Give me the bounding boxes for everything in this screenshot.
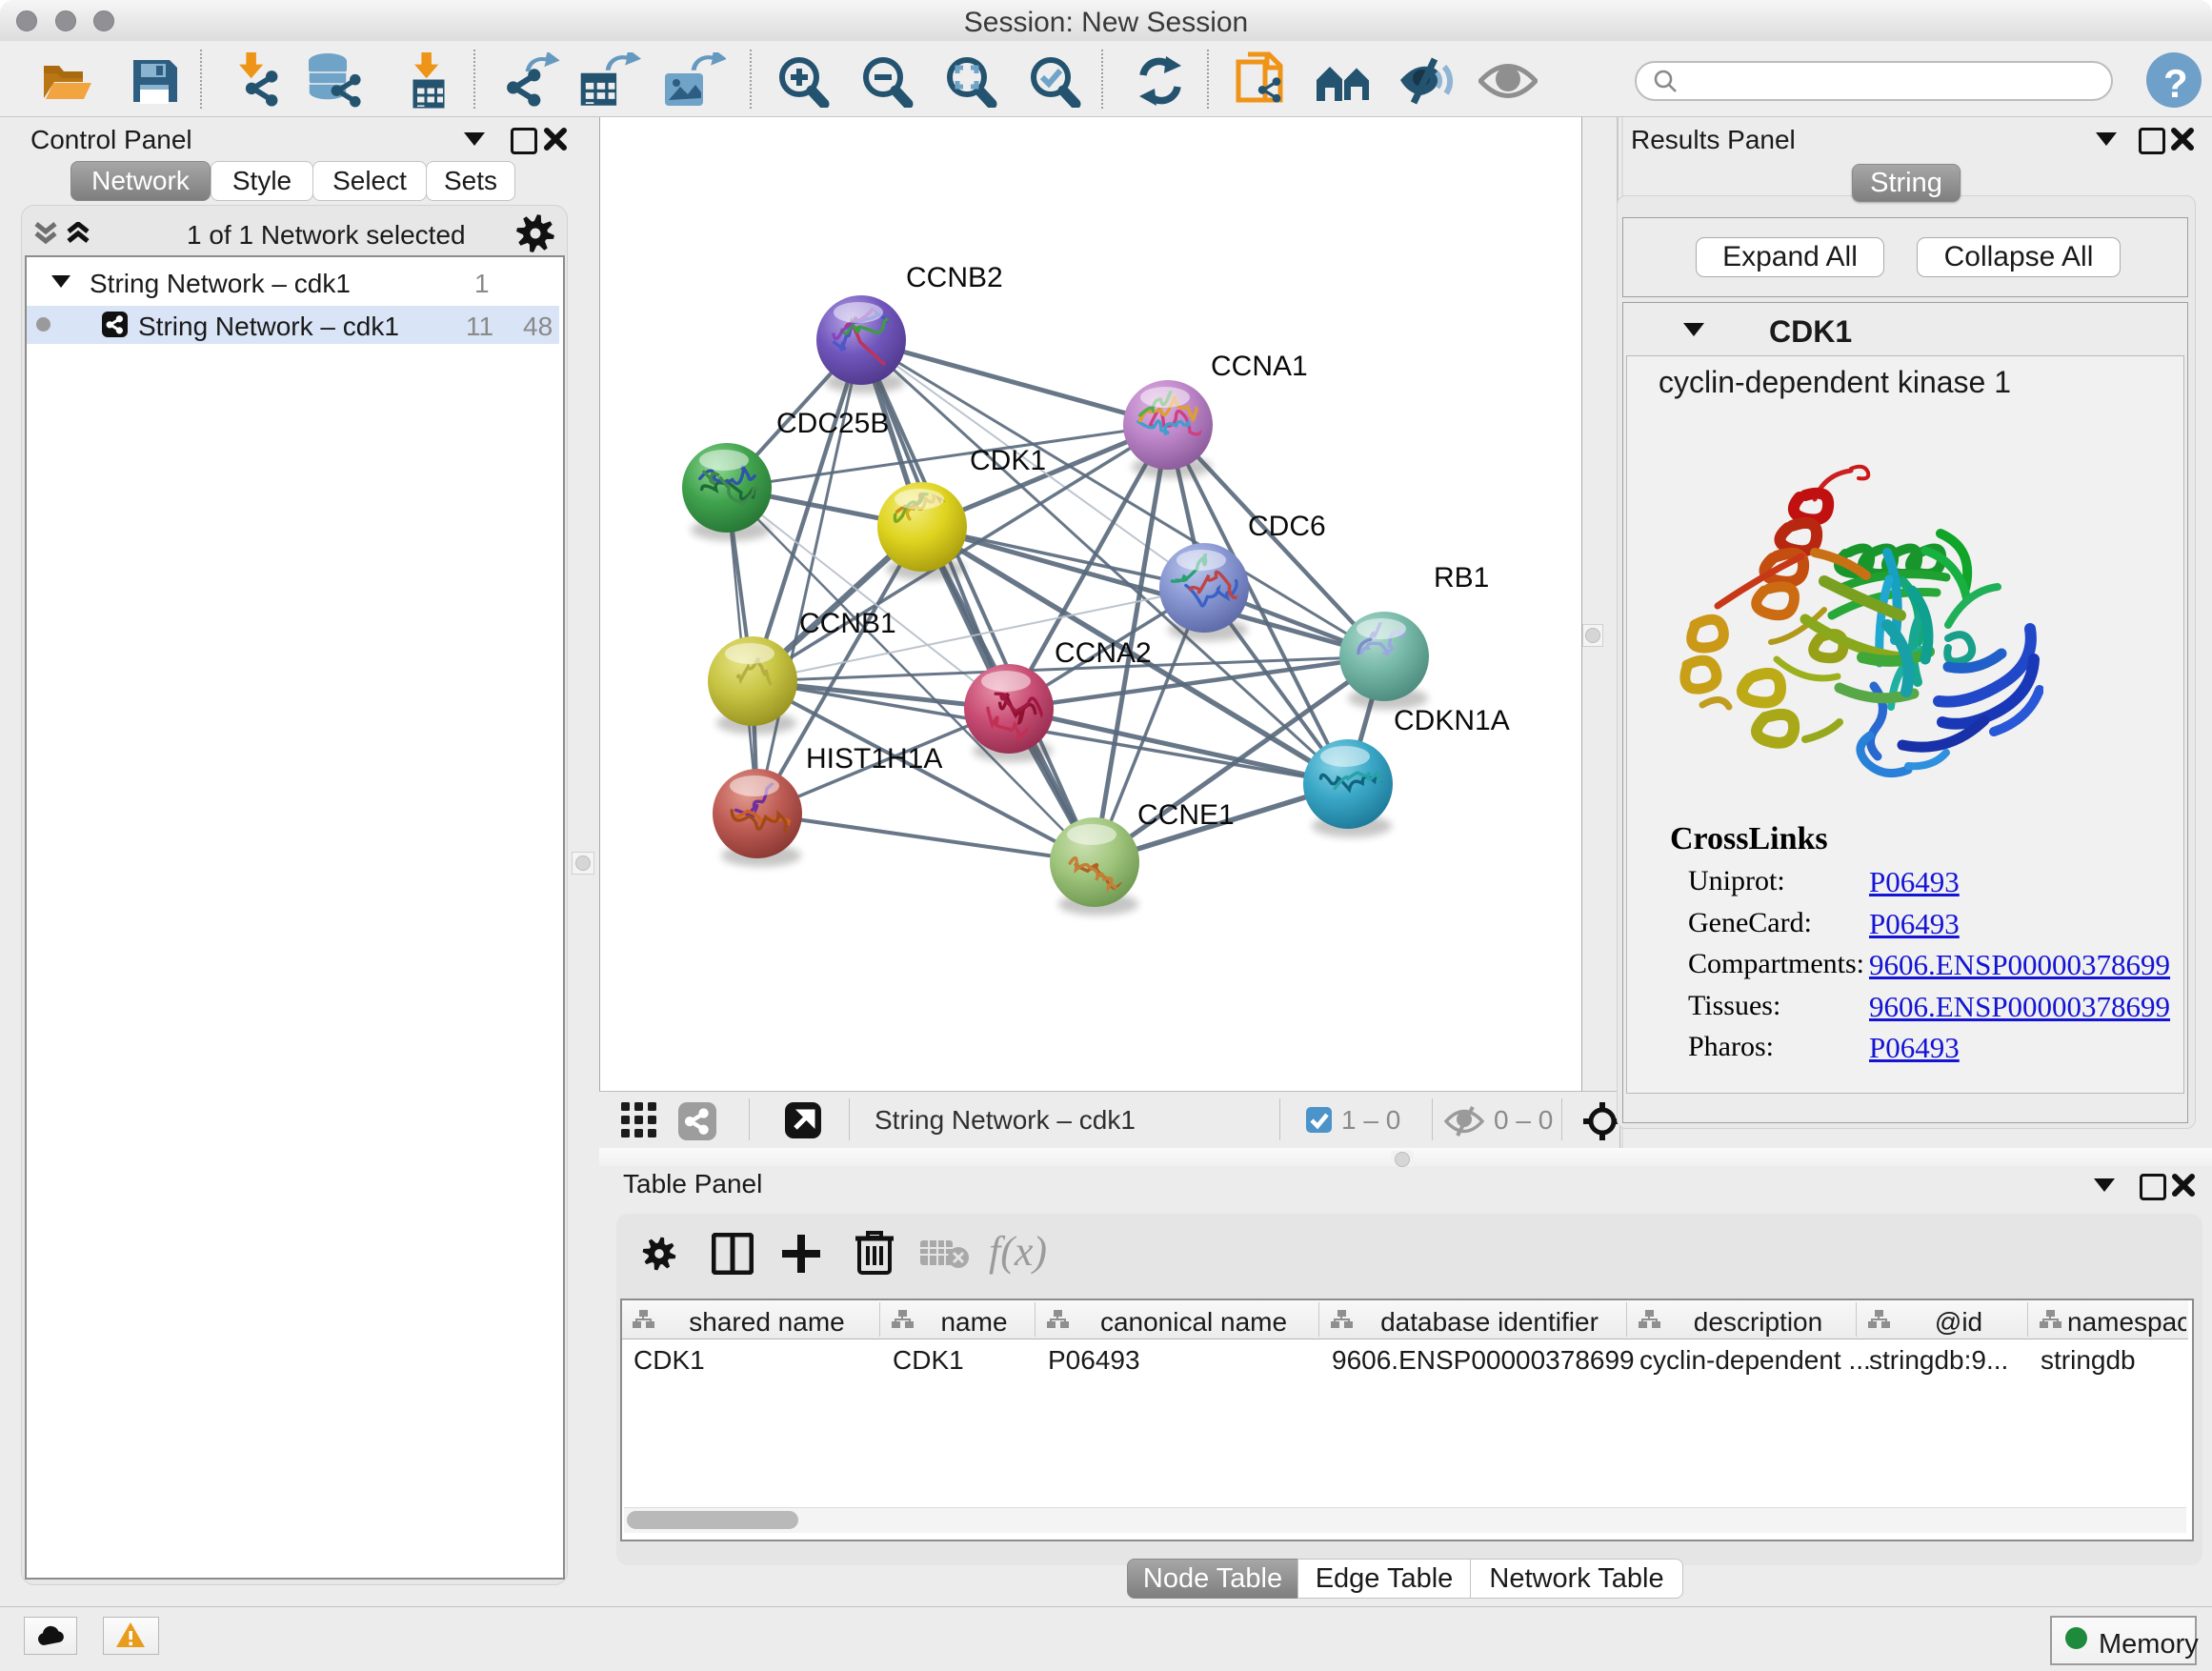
svg-text:CCNB1: CCNB1 — [799, 608, 896, 639]
svg-text:CCNA2: CCNA2 — [1055, 637, 1152, 669]
svg-text:CCNA1: CCNA1 — [1211, 351, 1308, 382]
svg-text:CDK1: CDK1 — [970, 445, 1046, 476]
svg-text:CDC25B: CDC25B — [776, 408, 889, 439]
svg-text:HIST1H1A: HIST1H1A — [806, 743, 942, 775]
svg-text:CDKN1A: CDKN1A — [1394, 705, 1510, 736]
svg-text:CCNE1: CCNE1 — [1137, 799, 1235, 831]
svg-text:RB1: RB1 — [1434, 562, 1489, 594]
svg-text:CDC6: CDC6 — [1248, 511, 1326, 542]
svg-text:CCNB2: CCNB2 — [906, 262, 1003, 293]
